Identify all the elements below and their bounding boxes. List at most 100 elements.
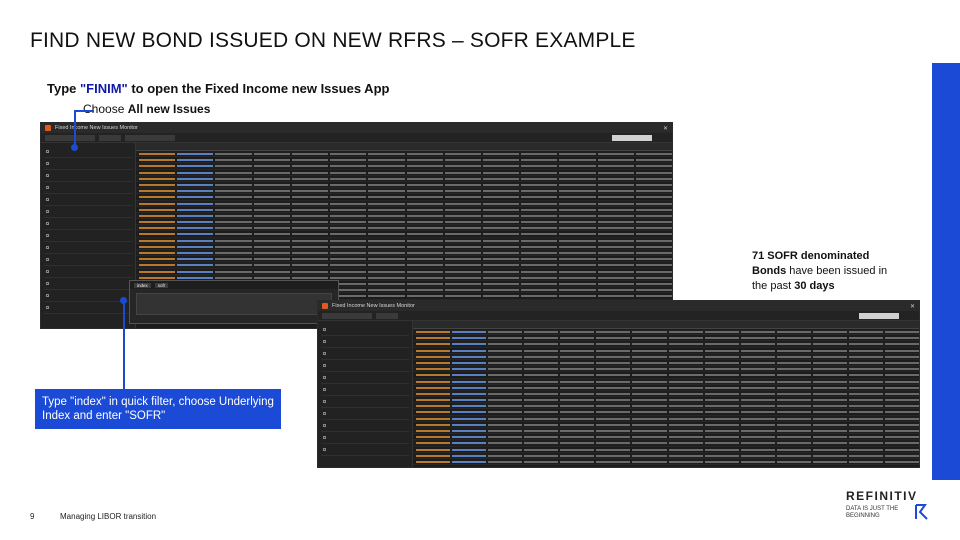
checkbox-icon[interactable] — [323, 436, 326, 439]
sidebar-filter-item[interactable] — [321, 324, 409, 336]
column-header[interactable] — [636, 143, 672, 150]
toolbar-field[interactable] — [376, 312, 398, 319]
checkbox-icon[interactable] — [323, 328, 326, 331]
column-header[interactable] — [885, 321, 919, 328]
column-header[interactable] — [330, 143, 366, 150]
sidebar-filter-item[interactable] — [321, 432, 409, 444]
toolbar-field[interactable] — [45, 134, 95, 141]
checkbox-icon[interactable] — [46, 270, 49, 273]
checkbox-icon[interactable] — [46, 306, 49, 309]
table-cell — [452, 423, 487, 426]
sidebar-filter-item[interactable] — [44, 302, 132, 314]
sidebar-filter-item[interactable] — [44, 194, 132, 206]
checkbox-icon[interactable] — [46, 222, 49, 225]
table-cell — [632, 386, 667, 389]
sidebar-filter-item[interactable] — [321, 384, 409, 396]
table-cell — [406, 159, 443, 162]
checkbox-icon[interactable] — [323, 376, 326, 379]
quick-filter-value[interactable]: sofr — [154, 282, 169, 288]
checkbox-icon[interactable] — [46, 210, 49, 213]
column-header[interactable] — [292, 143, 328, 150]
checkbox-icon[interactable] — [46, 282, 49, 285]
checkbox-icon[interactable] — [46, 162, 49, 165]
table-row[interactable] — [413, 459, 919, 466]
close-icon[interactable]: ✕ — [910, 303, 915, 310]
column-header[interactable] — [813, 321, 847, 328]
column-header[interactable] — [407, 143, 443, 150]
column-header[interactable] — [741, 321, 775, 328]
sidebar-filter-item[interactable] — [44, 170, 132, 182]
table-cell — [848, 331, 884, 333]
sidebar-filter-item[interactable] — [44, 266, 132, 278]
checkbox-icon[interactable] — [323, 340, 326, 343]
column-header[interactable] — [445, 143, 481, 150]
column-header[interactable] — [177, 143, 213, 150]
column-header[interactable] — [598, 143, 634, 150]
column-header[interactable] — [849, 321, 883, 328]
checkbox-icon[interactable] — [46, 174, 49, 177]
sidebar-filter-item[interactable] — [321, 372, 409, 384]
column-header[interactable] — [560, 321, 594, 328]
sidebar-filter-item[interactable] — [321, 408, 409, 420]
toolbar-field[interactable] — [125, 134, 175, 141]
close-icon[interactable]: ✕ — [663, 125, 668, 132]
table-cell — [482, 196, 520, 199]
column-header[interactable] — [777, 321, 811, 328]
checkbox-icon[interactable] — [323, 448, 326, 451]
checkbox-icon[interactable] — [46, 234, 49, 237]
checkbox-icon[interactable] — [323, 388, 326, 391]
checkbox-icon[interactable] — [323, 400, 326, 403]
page-number: 9 — [30, 512, 35, 521]
column-header[interactable] — [524, 321, 558, 328]
sidebar-filter-item[interactable] — [44, 290, 132, 302]
checkbox-icon[interactable] — [323, 412, 326, 415]
column-header[interactable] — [521, 143, 557, 150]
sidebar-filter-item[interactable] — [44, 218, 132, 230]
column-header[interactable] — [139, 143, 175, 150]
checkbox-icon[interactable] — [46, 186, 49, 189]
quick-filter-input[interactable]: index — [134, 282, 151, 288]
column-header[interactable] — [559, 143, 595, 150]
table-cell — [635, 165, 672, 168]
sidebar-filter-item[interactable] — [321, 336, 409, 348]
column-header[interactable] — [254, 143, 290, 150]
search-input[interactable] — [859, 312, 899, 319]
quick-filter-option[interactable] — [136, 293, 332, 315]
column-header[interactable] — [705, 321, 739, 328]
toolbar-field[interactable] — [99, 134, 121, 141]
column-header[interactable] — [416, 321, 450, 328]
sidebar-filter-item[interactable] — [44, 230, 132, 242]
toolbar-field[interactable] — [322, 312, 372, 319]
column-header[interactable] — [488, 321, 522, 328]
checkbox-icon[interactable] — [46, 258, 49, 261]
column-header[interactable] — [596, 321, 630, 328]
checkbox-icon[interactable] — [46, 198, 49, 201]
column-header[interactable] — [452, 321, 486, 328]
sidebar-filter-item[interactable] — [44, 158, 132, 170]
search-input[interactable] — [612, 134, 652, 141]
column-header[interactable] — [215, 143, 251, 150]
sidebar-filter-item[interactable] — [44, 206, 132, 218]
sidebar-filter-item[interactable] — [44, 278, 132, 290]
sidebar-filter-item[interactable] — [44, 242, 132, 254]
checkbox-icon[interactable] — [46, 294, 49, 297]
sidebar-filter-item[interactable] — [44, 254, 132, 266]
table-cell — [740, 343, 775, 346]
sidebar-filter-item[interactable] — [44, 146, 132, 158]
sidebar-filter-item[interactable] — [321, 360, 409, 372]
column-header[interactable] — [632, 321, 666, 328]
sidebar-filter-item[interactable] — [321, 396, 409, 408]
sidebar-filter-item[interactable] — [321, 420, 409, 432]
checkbox-icon[interactable] — [323, 364, 326, 367]
checkbox-icon[interactable] — [323, 424, 326, 427]
sidebar-filter-item[interactable] — [321, 444, 409, 456]
column-header[interactable] — [483, 143, 519, 150]
table-cell — [291, 233, 329, 236]
checkbox-icon[interactable] — [46, 150, 49, 153]
sidebar-filter-item[interactable] — [321, 348, 409, 360]
column-header[interactable] — [669, 321, 703, 328]
sidebar-filter-item[interactable] — [44, 182, 132, 194]
checkbox-icon[interactable] — [323, 352, 326, 355]
column-header[interactable] — [368, 143, 404, 150]
checkbox-icon[interactable] — [46, 246, 49, 249]
